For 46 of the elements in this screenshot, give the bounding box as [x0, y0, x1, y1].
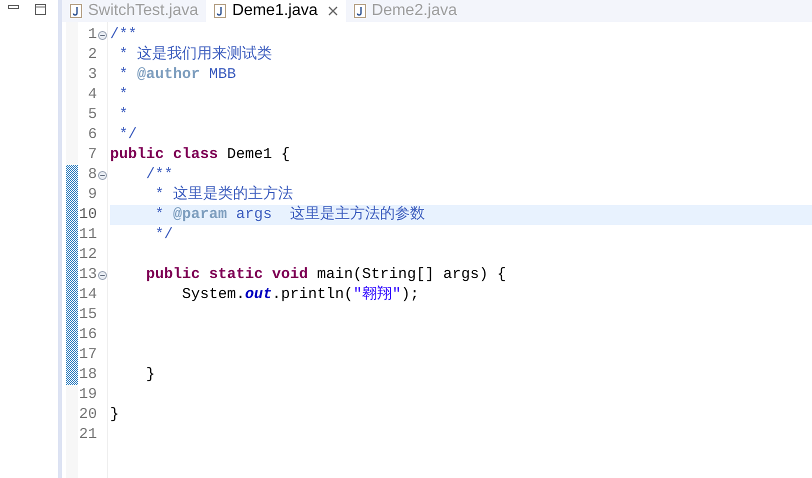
collapse-icon[interactable]	[98, 30, 107, 40]
line-number: 9	[86, 185, 97, 205]
line-number: 19	[78, 385, 97, 405]
java-file-icon	[70, 4, 82, 18]
code-line: public static void main(String[] args) {	[145, 265, 508, 285]
code-line: *	[118, 85, 130, 105]
code-line: *	[118, 105, 130, 125]
close-icon[interactable]	[328, 6, 338, 16]
line-number: 8	[86, 165, 97, 185]
java-file-icon	[354, 4, 366, 18]
line-number: 2	[86, 45, 97, 65]
java-file-icon	[214, 4, 226, 18]
line-number: 17	[78, 345, 97, 365]
line-number: 5	[86, 105, 97, 125]
editor-tab[interactable]: Deme2.java	[346, 0, 466, 22]
code-line: }	[145, 365, 156, 385]
line-number: 13	[78, 265, 97, 285]
line-number: 18	[78, 365, 97, 385]
code-line: */	[118, 125, 138, 145]
collapse-icon[interactable]	[98, 270, 107, 280]
code-line: */	[154, 225, 174, 245]
line-number: 3	[86, 65, 97, 85]
line-number: 12	[78, 245, 97, 265]
line-number: 6	[86, 125, 97, 145]
line-number: 16	[78, 325, 97, 345]
line-number: 15	[78, 305, 97, 325]
code-line: * @author MBB	[118, 65, 238, 85]
line-number: 11	[78, 225, 97, 245]
code-line: public class Deme1 {	[110, 145, 292, 165]
code-line: /**	[145, 165, 174, 185]
code-line: }	[110, 405, 120, 425]
code-line: System.out.println("翱翔");	[181, 285, 420, 305]
line-number: 10	[78, 205, 97, 225]
code-line: * 这是我们用来测试类	[118, 45, 274, 65]
editor-tab[interactable]: SwitchTest.java	[62, 0, 206, 22]
code-line: /**	[110, 25, 138, 45]
line-number: 21	[78, 425, 97, 445]
code-line: * 这里是类的主方法	[154, 185, 294, 205]
line-number: 14	[78, 285, 97, 305]
editor-tab[interactable]: Deme1.java	[206, 0, 346, 22]
line-number: 20	[78, 405, 97, 425]
line-number: 1	[86, 25, 97, 45]
collapse-icon[interactable]	[98, 170, 107, 180]
line-number: 4	[86, 85, 97, 105]
line-number: 7	[86, 145, 97, 165]
maximize-icon[interactable]	[35, 4, 46, 15]
